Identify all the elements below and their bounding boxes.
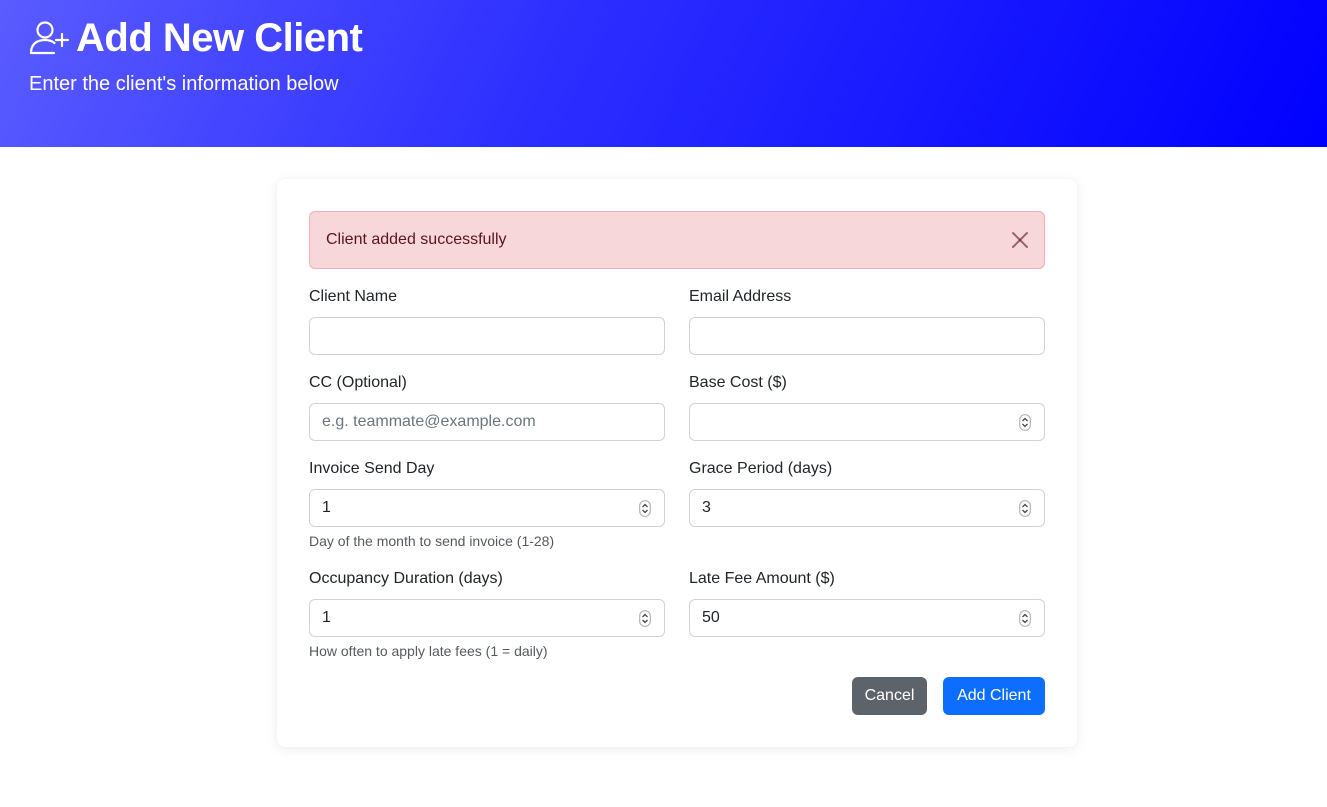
invoice-send-day-label: Invoice Send Day xyxy=(309,460,435,477)
grace-period-group: Grace Period (days) xyxy=(689,459,1045,527)
person-add-icon xyxy=(29,21,70,55)
add-client-button[interactable]: Add Client xyxy=(943,677,1045,715)
success-alert: Client added successfully xyxy=(309,211,1045,269)
page-subtitle: Enter the client's information below xyxy=(29,73,339,95)
client-name-group: Client Name xyxy=(309,287,665,355)
client-name-input[interactable] xyxy=(309,317,665,355)
client-name-label: Client Name xyxy=(309,288,398,305)
header-title-row: Add New Client xyxy=(28,16,363,60)
occupancy-duration-group: Occupancy Duration (days) How often to a… xyxy=(309,569,665,659)
cc-label: CC (Optional) xyxy=(309,374,407,391)
base-cost-group: Base Cost ($) xyxy=(689,373,1045,441)
occupancy-duration-input[interactable] xyxy=(309,599,665,637)
invoice-send-day-help: Day of the month to send invoice (1-28) xyxy=(309,533,555,549)
page-header: Add New Client Enter the client's inform… xyxy=(0,0,1327,147)
base-cost-label: Base Cost ($) xyxy=(689,374,787,391)
cc-input[interactable] xyxy=(309,403,665,441)
grace-period-label: Grace Period (days) xyxy=(689,460,833,477)
late-fee-input[interactable] xyxy=(689,599,1045,637)
occupancy-duration-help: How often to apply late fees (1 = daily) xyxy=(309,643,548,659)
alert-message: Client added successfully xyxy=(326,231,507,248)
client-form-card: Client added successfully Client Name Em… xyxy=(277,179,1077,747)
late-fee-label: Late Fee Amount ($) xyxy=(689,570,835,587)
invoice-send-day-input[interactable] xyxy=(309,489,665,527)
email-label: Email Address xyxy=(689,288,792,305)
email-group: Email Address xyxy=(689,287,1045,355)
cancel-button[interactable]: Cancel xyxy=(852,677,927,715)
invoice-send-day-group: Invoice Send Day Day of the month to sen… xyxy=(309,459,665,549)
late-fee-group: Late Fee Amount ($) xyxy=(689,569,1045,637)
base-cost-input[interactable] xyxy=(689,403,1045,441)
email-input[interactable] xyxy=(689,317,1045,355)
grace-period-input[interactable] xyxy=(689,489,1045,527)
page-title: Add New Client xyxy=(76,16,363,60)
cc-group: CC (Optional) xyxy=(309,373,665,441)
close-icon[interactable] xyxy=(1010,230,1030,250)
occupancy-duration-label: Occupancy Duration (days) xyxy=(309,570,503,587)
